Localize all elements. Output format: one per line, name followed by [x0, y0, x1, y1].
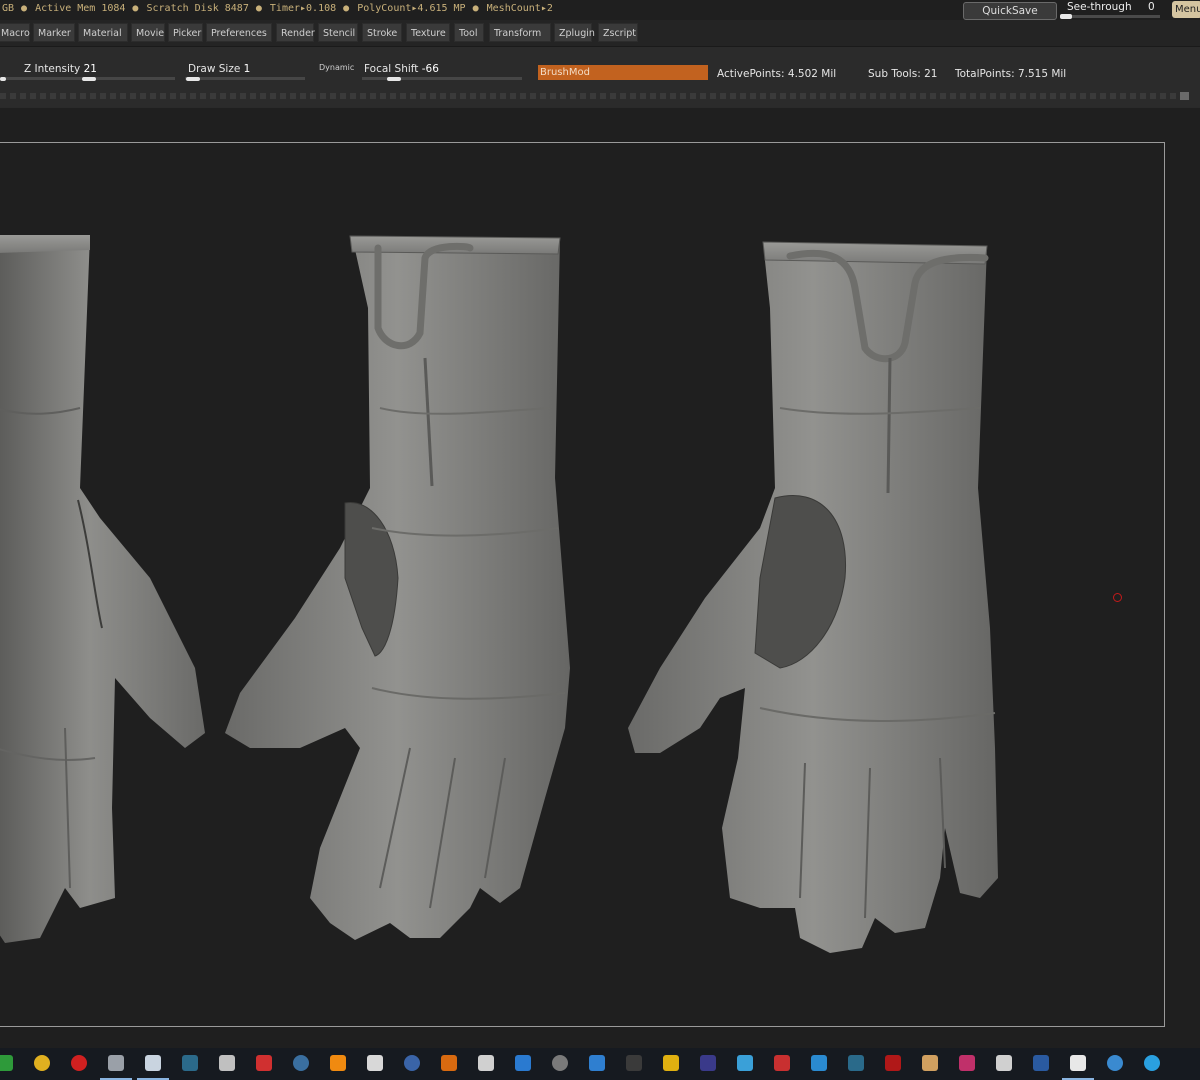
menu-zplugin[interactable]: Zplugin [554, 23, 595, 42]
ruler-end-handle[interactable] [1180, 92, 1189, 100]
active-points-readout: ActivePoints: 4.502 Mil [717, 68, 837, 80]
focal-shift-value: -66 [421, 63, 439, 75]
menu-stencil[interactable]: Stencil [318, 23, 358, 42]
see-through-slider[interactable] [1060, 15, 1160, 18]
explorer-icon[interactable] [137, 1055, 169, 1080]
unity-dark-icon[interactable] [996, 1055, 1012, 1071]
draw-size-control[interactable]: Draw Size 1 [188, 63, 250, 75]
glove-left [0, 235, 205, 943]
network-globe-icon[interactable] [1107, 1055, 1123, 1071]
glove-sculpts [0, 235, 998, 953]
vlc-icon[interactable] [330, 1055, 346, 1071]
menu-marker[interactable]: Marker [33, 23, 75, 42]
stat-scratch-disk: Scratch Disk 8487 [146, 3, 249, 14]
menu-bar: Macro Marker Material Movie Picker Preference… [0, 20, 1200, 47]
bluetooth-keys-icon[interactable] [367, 1055, 383, 1071]
menu-tool[interactable]: Tool [454, 23, 484, 42]
indesign-icon[interactable] [959, 1055, 975, 1071]
see-through-value: 0 [1148, 1, 1155, 13]
z-intensity-label: Z Intensity [24, 63, 81, 75]
menu-texture[interactable]: Texture [406, 23, 450, 42]
focal-shift-label: Focal Shift [364, 63, 419, 75]
chrome-icon[interactable] [34, 1055, 50, 1071]
see-through-slider-handle[interactable] [1060, 14, 1072, 19]
steam-icon[interactable] [293, 1055, 309, 1071]
dynamic-toggle[interactable]: Dynamic [319, 63, 354, 72]
pinwheel-icon[interactable] [219, 1055, 235, 1071]
menu-transform[interactable]: Transform [489, 23, 551, 42]
stat-timer: Timer▸0.108 [269, 3, 337, 14]
menus-button[interactable]: Menus [1172, 1, 1200, 18]
substance-icon[interactable] [885, 1055, 901, 1071]
brushmod-slider[interactable]: BrushMod [538, 65, 708, 80]
photo-app-icon[interactable] [922, 1055, 938, 1071]
quicksave-button[interactable]: QuickSave [963, 2, 1057, 20]
k-app-icon[interactable] [626, 1055, 642, 1071]
sourcetree-icon[interactable] [515, 1055, 531, 1071]
skype-icon[interactable] [1144, 1055, 1160, 1071]
app-green-icon[interactable] [0, 1055, 13, 1071]
stat-active-mem: Active Mem 1084 [35, 3, 126, 14]
zbrush-icon[interactable] [848, 1055, 864, 1071]
menu-render[interactable]: Render [276, 23, 315, 42]
after-effects-icon[interactable] [700, 1055, 716, 1071]
flask-icon[interactable] [737, 1055, 753, 1071]
status-bar: GB ● Active Mem 1084 ● Scratch Disk 8487 ● … [0, 0, 1200, 20]
app-orange-icon[interactable] [441, 1055, 457, 1071]
draw-size-slider-handle[interactable] [186, 77, 200, 81]
menu-material[interactable]: Material [78, 23, 128, 42]
z-intensity-slider-handle[interactable] [82, 77, 96, 81]
settings-app-icon[interactable] [100, 1055, 132, 1080]
z-intensity-control[interactable]: Z Intensity 21 [24, 63, 97, 75]
taskbar [0, 1048, 1200, 1080]
glove-right [628, 241, 998, 953]
stats-readout: GB ● Active Mem 1084 ● Scratch Disk 8487 ● … [2, 3, 553, 14]
menu-picker[interactable]: Picker [168, 23, 203, 42]
unity-icon[interactable] [478, 1055, 494, 1071]
brush-toolbar: Z Intensity 21 Draw Size 1 Dynamic Focal… [0, 47, 1200, 107]
total-points-readout: TotalPoints: 7.515 Mil [955, 68, 1067, 80]
menu-preferences[interactable]: Preferences [206, 23, 272, 42]
draw-size-label: Draw Size [188, 63, 241, 75]
stop-sign-icon[interactable] [256, 1055, 272, 1071]
focal-shift-slider-handle[interactable] [387, 77, 401, 81]
notepad-icon[interactable] [1062, 1055, 1094, 1080]
focal-shift-slider[interactable] [362, 77, 522, 80]
marmoset-icon[interactable] [663, 1055, 679, 1071]
z-intensity-value: 21 [83, 63, 97, 75]
brush-cursor [1113, 593, 1122, 602]
glove-middle [225, 235, 570, 940]
menu-zscript[interactable]: Zscript [598, 23, 638, 42]
globe-icon[interactable] [404, 1055, 420, 1071]
see-through-label: See-through [1067, 1, 1132, 13]
refresh-app-icon[interactable] [811, 1055, 827, 1071]
obs-icon[interactable] [552, 1055, 568, 1071]
timeline-ruler [0, 93, 1190, 99]
stop-red-icon[interactable] [774, 1055, 790, 1071]
slider-left-handle[interactable] [0, 77, 6, 81]
record-icon[interactable] [71, 1055, 87, 1071]
draw-size-value: 1 [243, 63, 251, 75]
blender-icon[interactable] [182, 1055, 198, 1071]
vscode-icon[interactable] [589, 1055, 605, 1071]
menu-stroke[interactable]: Stroke [362, 23, 402, 42]
stat-meshcount: MeshCount▸2 [486, 3, 553, 14]
sub-tools-readout: Sub Tools: 21 [868, 68, 938, 80]
monitor-app-icon[interactable] [1033, 1055, 1049, 1071]
stat-gb: GB [2, 3, 15, 14]
focal-shift-control[interactable]: Focal Shift -66 [364, 63, 439, 75]
menu-macro[interactable]: Macro [0, 23, 30, 42]
document-viewport[interactable] [0, 108, 1200, 1048]
menu-movie[interactable]: Movie [131, 23, 165, 42]
draw-size-slider[interactable] [185, 77, 305, 80]
stat-polycount: PolyCount▸4.615 MP [357, 3, 466, 14]
